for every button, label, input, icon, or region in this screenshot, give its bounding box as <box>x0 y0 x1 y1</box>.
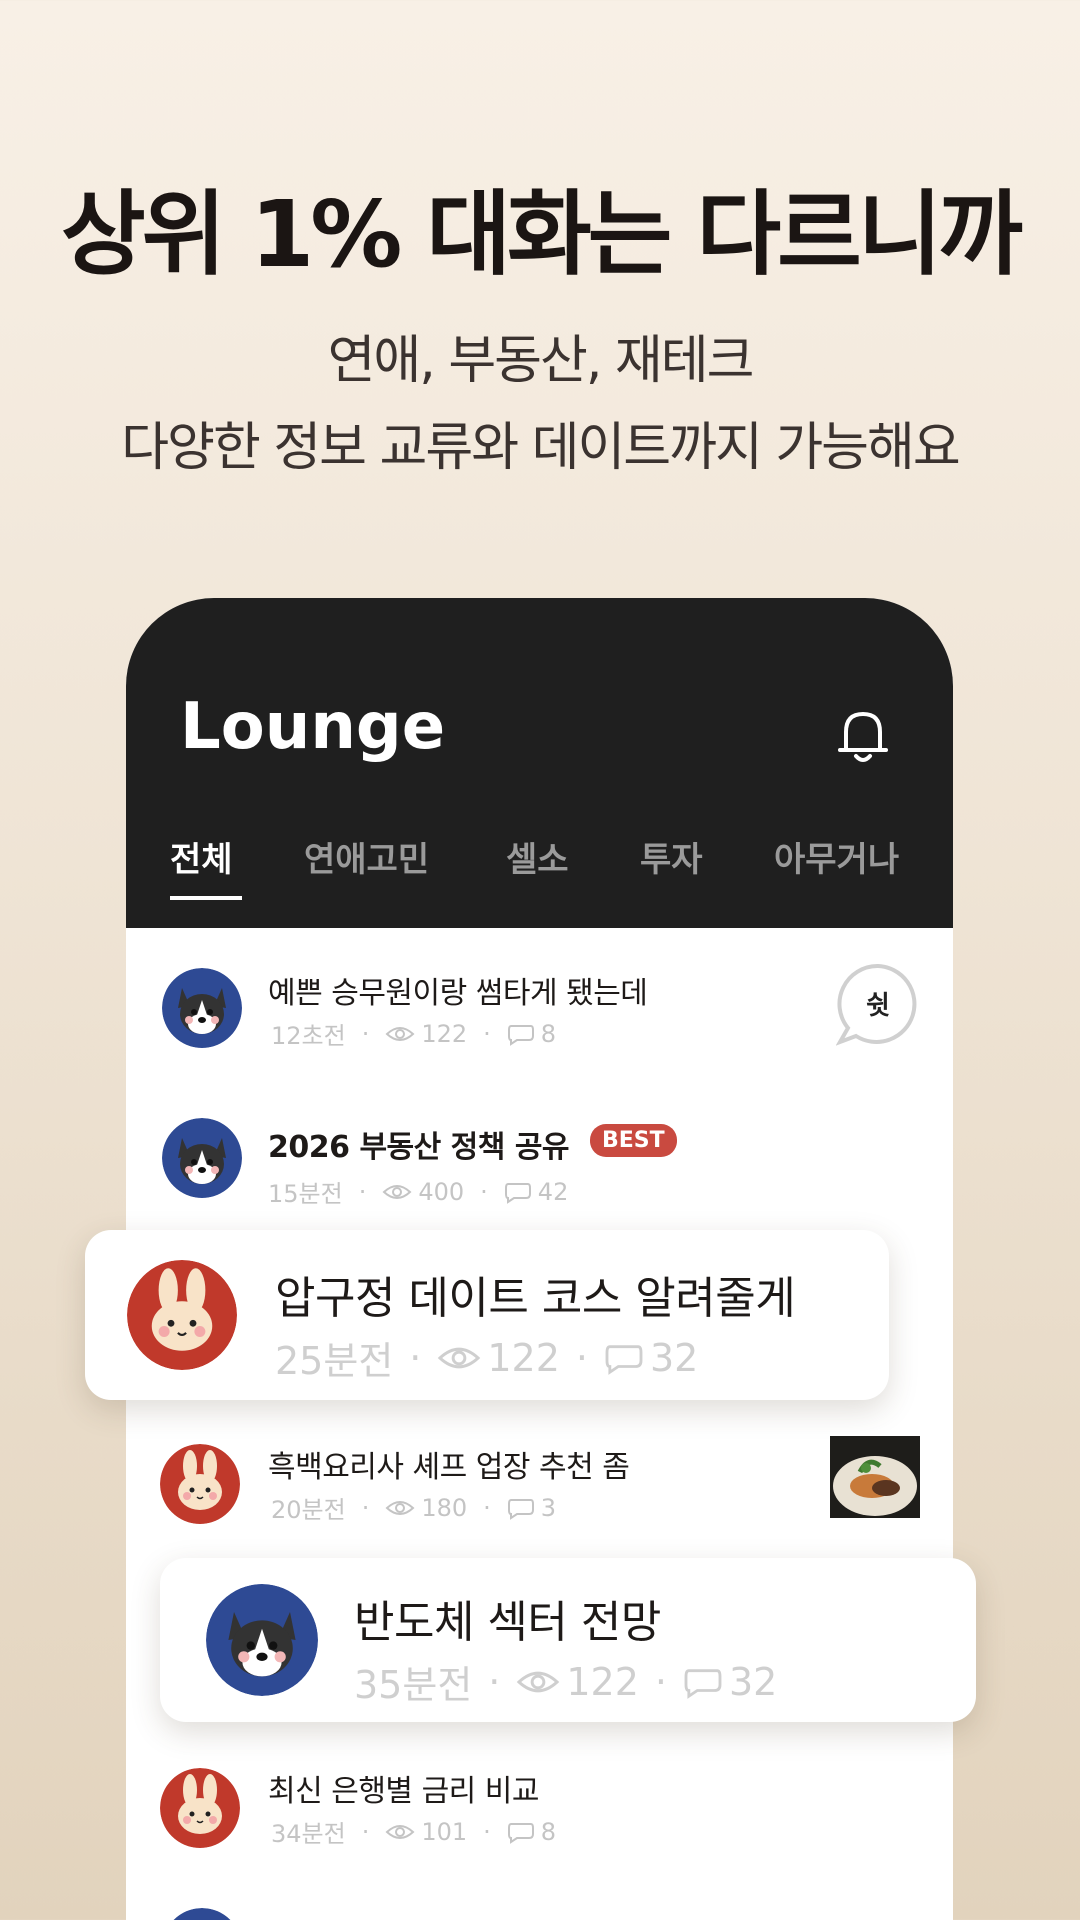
post-comments: 8 <box>540 1019 557 1048</box>
comment-icon <box>684 1668 722 1699</box>
secret-speech-bubble-icon: 쉿 <box>836 963 917 1046</box>
post-title: 예쁜 승무원이랑 썸타게 됐는데 <box>268 976 648 1011</box>
featured-post-card[interactable]: 압구정 데이트 코스 알려줄게 25분전 · 122 · 32 <box>85 1230 889 1400</box>
comment-icon <box>504 1182 531 1204</box>
best-badge: BEST <box>590 1124 677 1157</box>
post-title: 2026 부동산 정책 공유 <box>268 1130 570 1165</box>
post-meta: 20분전 · 180 · 3 <box>271 1490 556 1525</box>
post-views: 180 <box>421 1493 468 1522</box>
comment-icon <box>605 1344 643 1375</box>
post-time: 20분전 <box>271 1496 346 1524</box>
promo-subline-1: 연애, 부동산, 재테크 <box>327 331 755 391</box>
husky-avatar-icon <box>162 1118 242 1198</box>
bunny-avatar-icon <box>127 1260 237 1370</box>
post-meta: 15분전 · 400 · 42 <box>268 1174 568 1209</box>
husky-avatar-icon <box>162 968 242 1048</box>
list-item[interactable]: 최신 은행별 금리 비교 34분전 · 101 · 8 <box>126 1760 953 1870</box>
active-tab-indicator <box>170 896 242 900</box>
bunny-avatar-icon <box>160 1444 240 1524</box>
post-title: 최신 은행별 금리 비교 <box>268 1774 540 1809</box>
post-views: 122 <box>487 1335 560 1380</box>
post-time: 34분전 <box>271 1820 346 1848</box>
eye-icon <box>385 1026 415 1041</box>
promo-headline: 상위 1% 대화는 다르니까 <box>60 181 1023 288</box>
featured-post-card[interactable]: 반도체 섹터 전망 35분전 · 122 · 32 <box>160 1558 976 1722</box>
food-thumbnail-image[interactable] <box>830 1436 920 1518</box>
eye-icon <box>438 1347 481 1368</box>
post-title: 압구정 데이트 코스 알려줄게 <box>275 1273 796 1324</box>
tab-all[interactable]: 전체 <box>170 832 233 881</box>
comment-icon <box>507 1024 534 1046</box>
comment-icon <box>507 1822 534 1844</box>
eye-icon <box>385 1500 415 1515</box>
tab-dating[interactable]: 연애고민 <box>304 832 429 881</box>
post-views: 101 <box>421 1817 468 1846</box>
post-title: 흑백요리사 셰프 업장 추천 좀 <box>268 1450 630 1485</box>
secret-badge-label: 쉿 <box>866 991 890 1021</box>
eye-icon <box>517 1671 560 1692</box>
eye-icon <box>382 1184 412 1199</box>
eye-icon <box>385 1824 415 1839</box>
app-header: Lounge 전체 연애고민 셀소 투자 아무거나 <box>126 598 953 928</box>
post-meta: 35분전 · 122 · 32 <box>354 1654 777 1709</box>
tab-investment[interactable]: 투자 <box>640 832 703 881</box>
post-meta: 25분전 · 122 · 32 <box>275 1330 698 1385</box>
post-meta: 12초전 · 122 · 8 <box>271 1016 556 1051</box>
comment-icon <box>507 1498 534 1520</box>
post-comments: 8 <box>540 1817 557 1846</box>
post-time: 12초전 <box>271 1022 346 1050</box>
post-comments: 32 <box>729 1659 778 1704</box>
husky-avatar-icon <box>173 1908 231 1920</box>
post-time: 15분전 <box>268 1180 343 1208</box>
post-views: 122 <box>421 1019 468 1048</box>
post-views: 122 <box>566 1659 639 1704</box>
post-title: 반도체 섹터 전망 <box>354 1597 661 1648</box>
list-item[interactable]: 흑백요리사 셰프 업장 추천 좀 20분전 · 180 · 3 <box>126 1436 953 1546</box>
post-comments: 42 <box>537 1177 569 1206</box>
notification-bell-icon[interactable] <box>836 706 890 766</box>
app-title: Lounge <box>180 690 446 764</box>
post-views: 400 <box>418 1177 465 1206</box>
category-tabs: 전체 연애고민 셀소 투자 아무거나 <box>126 832 953 928</box>
husky-avatar-icon <box>206 1584 318 1696</box>
post-comments: 3 <box>540 1493 557 1522</box>
tab-self-intro[interactable]: 셀소 <box>506 832 569 881</box>
promo-subline-2: 다양한 정보 교류와 데이트까지 가능해요 <box>121 418 960 478</box>
list-item[interactable]: 2026 부동산 정책 공유 BEST 15분전 · 400 · 42 <box>126 1108 953 1218</box>
list-item[interactable]: 예쁜 승무원이랑 썸타게 됐는데 12초전 · 122 · 8 쉿 <box>126 958 953 1068</box>
post-time: 35분전 <box>354 1663 473 1707</box>
post-comments: 32 <box>650 1335 699 1380</box>
post-time: 25분전 <box>275 1339 394 1383</box>
tab-anything[interactable]: 아무거나 <box>774 832 899 881</box>
post-meta: 34분전 · 101 · 8 <box>271 1814 556 1849</box>
bunny-avatar-icon <box>160 1768 240 1848</box>
